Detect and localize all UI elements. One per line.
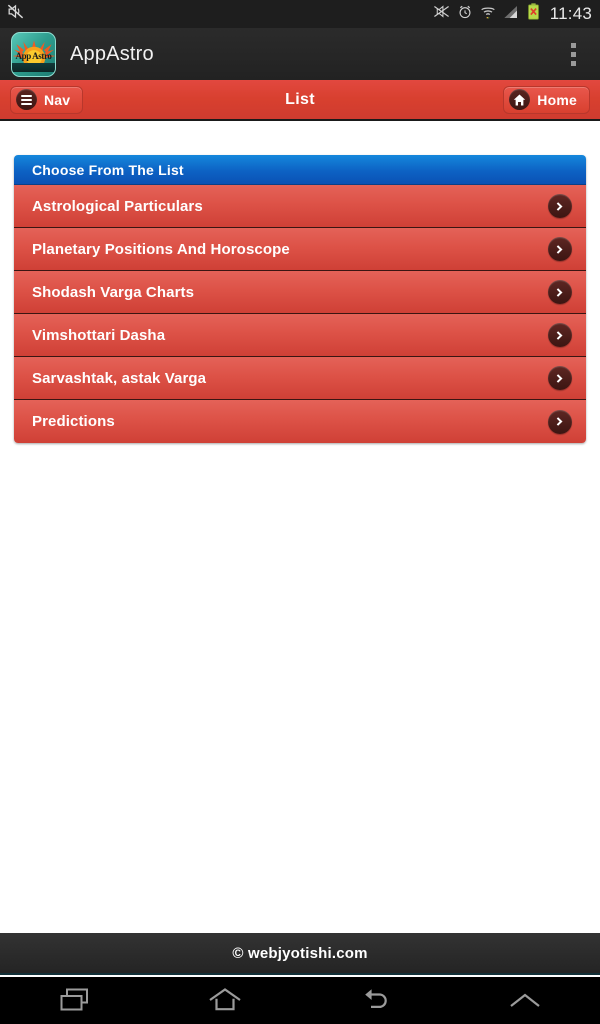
status-bar-right: 11:43 (433, 3, 592, 25)
overflow-menu-icon[interactable] (556, 32, 590, 76)
page-footer: © webjyotishi.com (0, 933, 600, 975)
chevron-right-icon[interactable] (548, 194, 572, 218)
page-title: AppAstro (70, 42, 154, 65)
hamburger-menu-icon (16, 89, 37, 110)
app-bar: App Astro AppAstro (0, 28, 600, 80)
app-toolbar: Nav List Home (0, 80, 600, 121)
list-item[interactable]: Shodash Varga Charts (14, 271, 586, 314)
recents-icon[interactable] (0, 977, 150, 1024)
appastro-logo-text: App Astro (15, 51, 52, 62)
list-item-label: Planetary Positions And Horoscope (32, 240, 290, 258)
list-item[interactable]: Sarvashtak, astak Varga (14, 357, 586, 400)
home-icon[interactable] (150, 977, 300, 1024)
list-header: Choose From The List (14, 155, 586, 185)
home-button[interactable]: Home (503, 85, 590, 114)
status-bar: 11:43 (0, 0, 600, 28)
chevron-right-icon[interactable] (548, 323, 572, 347)
appastro-logo-icon: App Astro (11, 31, 56, 77)
chevron-right-icon[interactable] (548, 409, 572, 434)
list-item-label: Vimshottari Dasha (32, 326, 166, 344)
chevron-right-icon[interactable] (548, 237, 572, 261)
list-item-label: Sarvashtak, astak Varga (32, 369, 207, 387)
list-item[interactable]: Predictions (14, 400, 586, 443)
nav-button[interactable]: Nav (10, 85, 84, 114)
nav-button-label: Nav (44, 91, 71, 108)
choose-list: Choose From The List Astrological Partic… (14, 155, 586, 443)
android-navigation-bar (0, 977, 600, 1024)
home-button-label: Home (537, 91, 577, 108)
list-item-label: Predictions (32, 413, 115, 430)
footer-copyright: © webjyotishi.com (232, 944, 368, 962)
battery-error-icon (526, 3, 541, 25)
logo-ground (12, 62, 55, 72)
mute-vibrate-icon (433, 3, 450, 25)
alarm-clock-icon (457, 4, 473, 25)
list-item[interactable]: Planetary Positions And Horoscope (14, 228, 586, 271)
house-icon (509, 89, 531, 110)
list-item[interactable]: Astrological Particulars (14, 185, 586, 228)
list-item-label: Shodash Varga Charts (32, 283, 195, 301)
mute-icon (6, 2, 25, 26)
signal-bars-icon (503, 4, 519, 25)
wifi-icon (480, 4, 496, 25)
status-bar-clock: 11:43 (549, 4, 592, 23)
list-item-label: Astrological Particulars (32, 197, 203, 215)
app-screen: 11:43 App Astro AppAstro Nav List Home C… (0, 0, 600, 1024)
chevron-right-icon[interactable] (548, 366, 572, 390)
list-item[interactable]: Vimshottari Dasha (14, 314, 586, 357)
back-icon[interactable] (300, 977, 450, 1024)
chevron-right-icon[interactable] (548, 280, 572, 304)
status-bar-left (6, 2, 25, 26)
chevron-up-icon[interactable] (450, 977, 600, 1024)
